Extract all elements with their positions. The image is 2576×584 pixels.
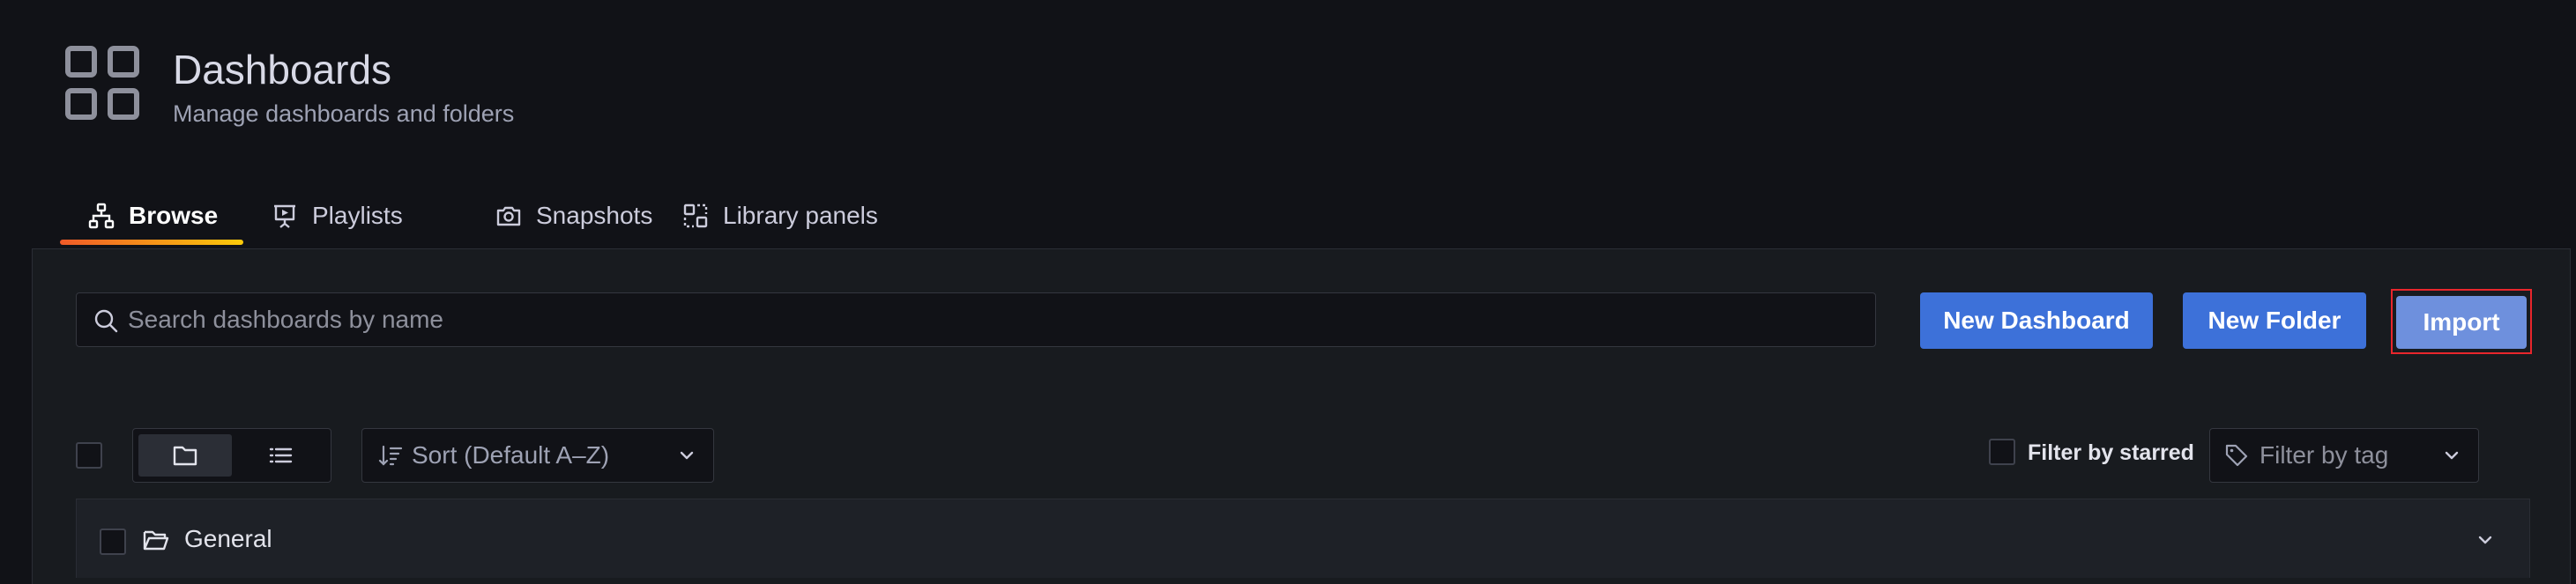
tab-playlists-label: Playlists bbox=[312, 202, 403, 229]
sitemap-icon bbox=[88, 203, 115, 229]
folder-open-icon bbox=[143, 530, 169, 551]
tag-filter-placeholder: Filter by tag bbox=[2260, 441, 2389, 469]
folder-row-general[interactable]: General bbox=[76, 499, 2530, 578]
import-button[interactable]: Import bbox=[2396, 296, 2527, 349]
tag-icon bbox=[2225, 444, 2248, 467]
select-all-checkbox[interactable] bbox=[76, 442, 102, 469]
chevron-down-icon bbox=[680, 451, 694, 460]
sort-amount-down-icon bbox=[378, 445, 403, 466]
view-mode-toggle bbox=[132, 428, 331, 483]
library-panel-icon bbox=[683, 203, 708, 228]
chevron-down-icon bbox=[2445, 451, 2459, 460]
tab-browse-label: Browse bbox=[129, 202, 219, 229]
active-tab-indicator bbox=[60, 240, 243, 245]
tab-snapshots[interactable]: Snapshots bbox=[495, 192, 652, 240]
tab-library-panels[interactable]: Library panels bbox=[682, 192, 878, 240]
folder-view-button[interactable] bbox=[138, 434, 232, 477]
new-dashboard-button[interactable]: New Dashboard bbox=[1920, 292, 2153, 349]
folder-name: General bbox=[184, 525, 272, 552]
new-folder-button[interactable]: New Folder bbox=[2183, 292, 2366, 349]
list-view-button[interactable] bbox=[234, 434, 327, 477]
filter-starred-checkbox[interactable] bbox=[1989, 439, 2015, 465]
sort-select[interactable]: Sort (Default A–Z) bbox=[361, 428, 714, 483]
apps-grid-icon bbox=[65, 46, 139, 120]
filter-starred-label: Filter by starred bbox=[2028, 440, 2194, 465]
page-title: Dashboards bbox=[173, 47, 392, 92]
tab-snapshots-label: Snapshots bbox=[536, 202, 653, 229]
presentation-icon bbox=[274, 204, 295, 228]
camera-icon bbox=[496, 206, 521, 226]
page-subtitle: Manage dashboards and folders bbox=[173, 100, 515, 127]
search-icon bbox=[94, 309, 118, 333]
tag-filter-select[interactable]: Filter by tag bbox=[2209, 428, 2479, 483]
sort-label: Sort (Default A–Z) bbox=[412, 441, 610, 469]
tab-playlists[interactable]: Playlists bbox=[272, 192, 403, 240]
folder-icon bbox=[173, 446, 197, 466]
list-icon bbox=[269, 447, 293, 463]
search-box[interactable] bbox=[76, 292, 1876, 347]
chevron-down-icon bbox=[2478, 536, 2492, 544]
search-input[interactable] bbox=[126, 293, 1858, 346]
folder-checkbox[interactable] bbox=[100, 529, 126, 555]
tab-browse[interactable]: Browse bbox=[88, 192, 218, 240]
tab-library-panels-label: Library panels bbox=[723, 202, 878, 229]
